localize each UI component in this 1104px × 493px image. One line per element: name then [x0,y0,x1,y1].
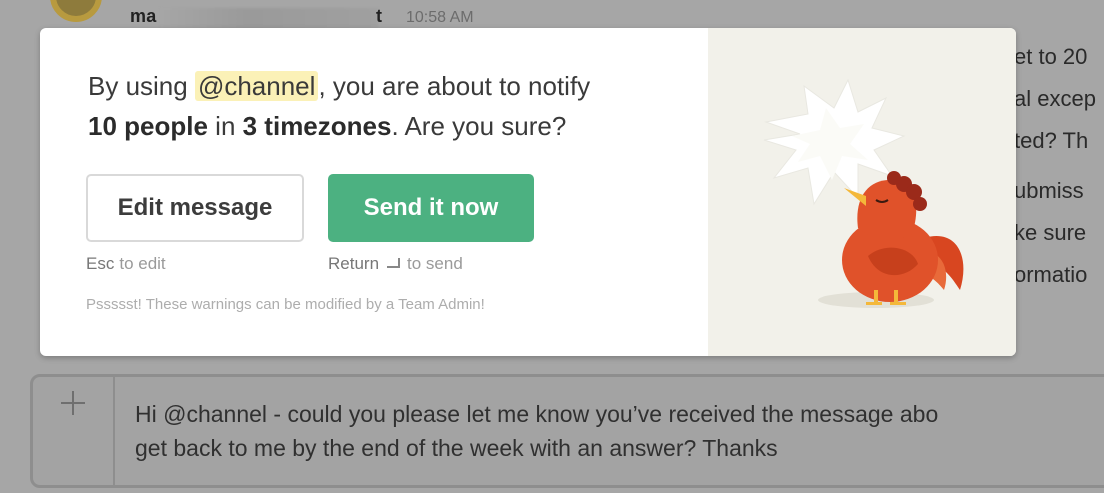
attach-button[interactable] [33,377,115,485]
edit-hint: Esc to edit [86,254,166,274]
send-hint-text: to send [407,254,463,273]
message-fragment: ke sure [1014,220,1087,245]
message-fragment: et to 20 [1014,44,1088,69]
warning-text: By using [88,71,195,101]
channel-mention: @channel [194,71,319,101]
message-fragment: ted? Th [1014,128,1089,153]
plus-icon [61,391,85,415]
message-fragment: al excep [1014,86,1096,111]
admin-note: Pssssst! These warnings can be modified … [86,296,485,313]
message-fragment: ubmiss [1014,178,1084,203]
timezone-count: 3 timezones [242,111,392,141]
sender-name-prefix: ma [130,6,157,26]
message-timestamp: 10:58 AM [406,9,474,26]
edit-hint-text: to edit [119,254,166,273]
warning-text: , you are about to notify [318,71,591,101]
message-composer[interactable]: Hi @channel - could you please let me kn… [30,374,1104,488]
warning-text: in [207,111,243,141]
edit-message-button[interactable]: Edit message [86,174,304,242]
avatar [50,0,102,22]
dialog-content: By using @channel, you are about to noti… [40,28,708,356]
rooster-illustration [763,78,964,308]
return-key-label: Return [328,254,380,273]
send-hint: Return to send [328,254,463,274]
people-count: 10 people [88,111,208,141]
sender-name-suffix: t [376,6,382,26]
warning-message: By using @channel, you are about to noti… [88,66,688,146]
redacted-name [160,8,378,30]
illustration-panel [708,28,1016,356]
message-fragment: ormatio [1014,262,1088,287]
send-now-button[interactable]: Send it now [328,174,534,242]
channel-warning-dialog: By using @channel, you are about to noti… [40,28,1016,356]
warning-text: . Are you sure? [391,111,567,141]
message-input[interactable]: Hi @channel - could you please let me kn… [135,397,1104,465]
return-icon [384,257,402,271]
esc-key-label: Esc [86,254,115,273]
